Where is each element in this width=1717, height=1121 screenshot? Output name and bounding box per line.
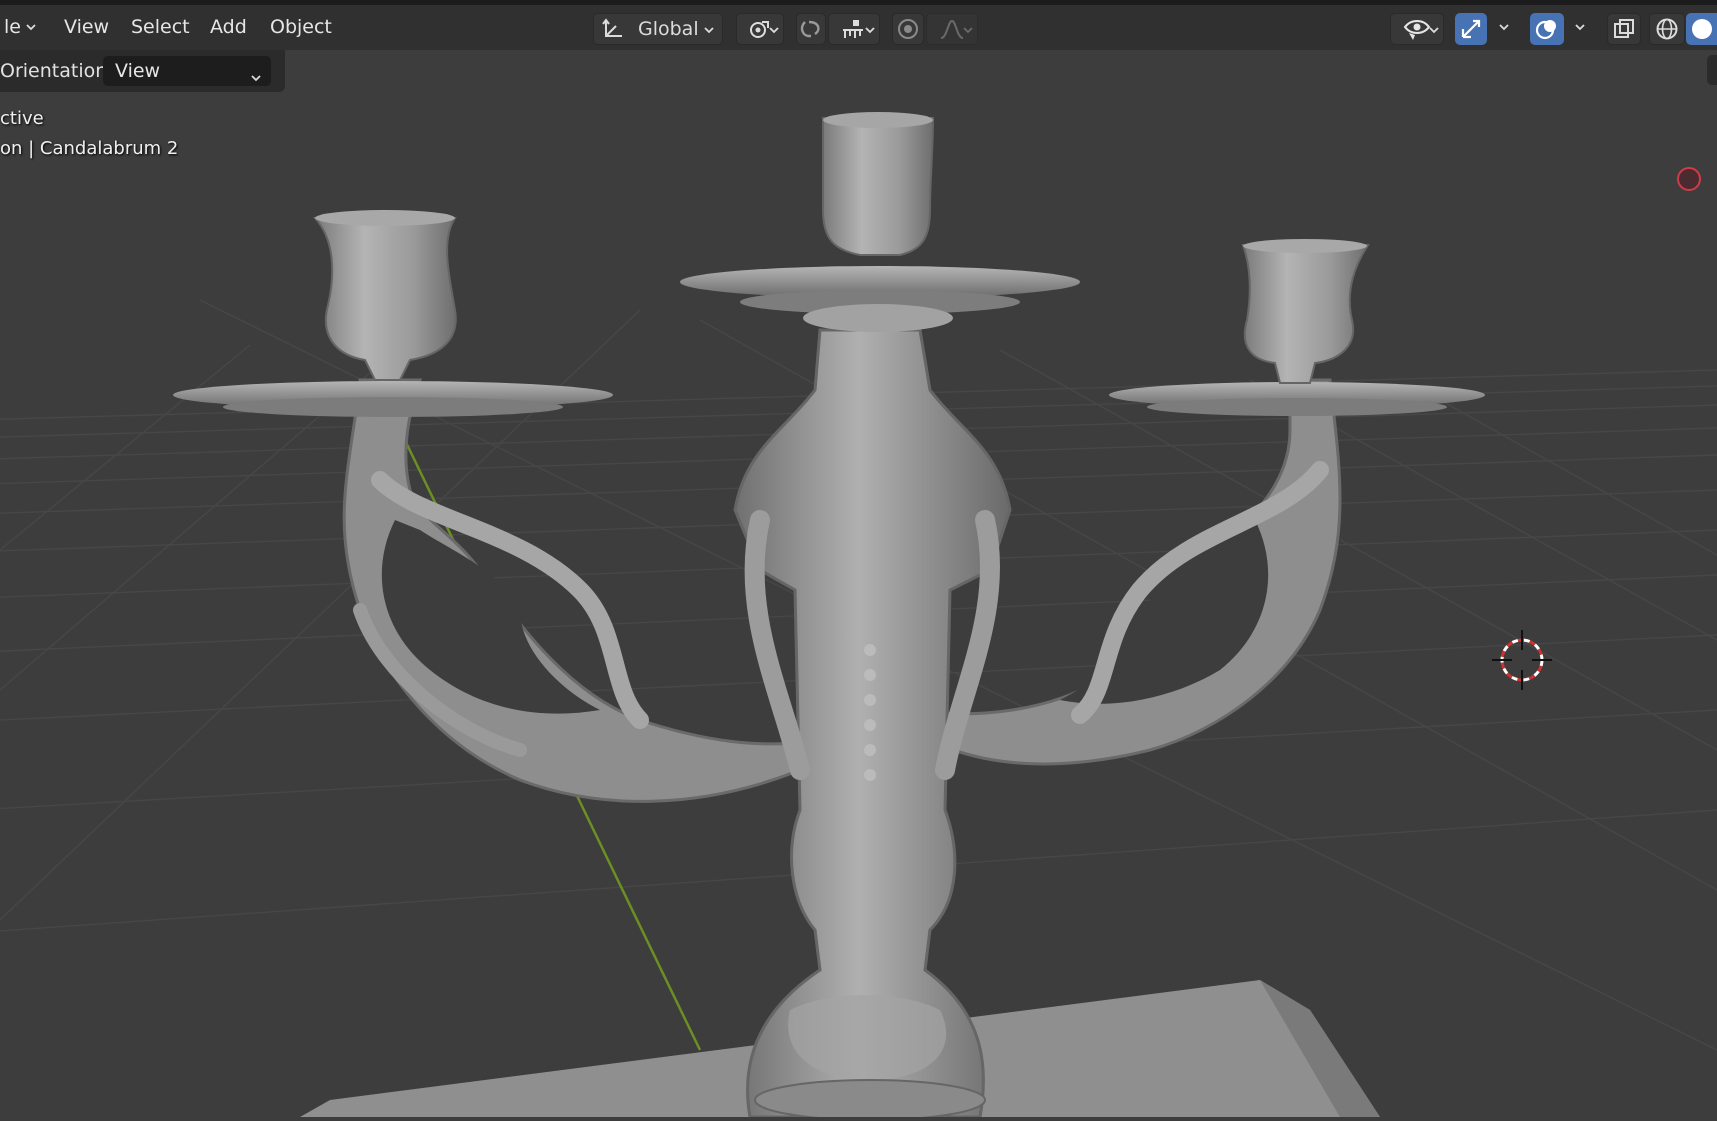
overlays-toggle[interactable] [1530,13,1564,45]
menu-view[interactable]: View [60,5,113,50]
tool-settings-bar: Orientation: View [0,50,285,92]
menu-add[interactable]: Add [206,5,251,50]
sidebar-toggle-tab[interactable] [1707,55,1717,85]
proportional-editing-icon [898,19,918,39]
record-button[interactable] [1677,167,1701,191]
3d-viewport[interactable]: ctive on | Candalabrum 2 [0,50,1717,1121]
solid-shading-button[interactable] [1686,13,1717,45]
selectability-visibility-dropdown[interactable] [1390,13,1444,45]
candelabrum-mesh[interactable] [173,112,1485,1121]
gizmo-dropdown-chevron-icon[interactable] [1497,19,1511,33]
transform-orientation-dropdown[interactable]: Global [593,13,723,45]
viewport-scene[interactable] [0,50,1717,1121]
menu-object[interactable]: Object [266,5,336,50]
snap-toggle[interactable] [796,13,826,45]
orientation-label: Orientation: [0,60,114,82]
chevron-down-icon [249,64,263,82]
chevron-down-icon [702,22,716,36]
snap-magnet-icon [800,20,820,38]
proportional-falloff-dropdown[interactable] [926,13,978,45]
snap-target-dropdown[interactable] [828,13,880,45]
editor-type-menu[interactable]: le [0,5,25,50]
gizmo-toggle[interactable] [1455,13,1487,45]
xray-toggle[interactable] [1607,13,1641,45]
left-candle-cup [312,217,457,381]
center-candle-cup [821,117,935,256]
transform-orientation-icon [602,18,622,37]
chevron-down-icon [863,22,877,36]
overlay-icon [1535,20,1556,40]
viewport-mode-text: ctive [0,108,44,129]
xray-toggle-icon [1614,19,1634,38]
gizmo-icon [1461,19,1481,39]
3d-cursor-icon [1492,630,1552,690]
menu-select[interactable]: Select [127,5,194,50]
solid-shading-icon [1691,19,1712,39]
chevron-down-icon [24,19,38,33]
viewport-object-text: on | Candalabrum 2 [0,138,179,159]
orientation-select[interactable]: View [103,56,271,86]
pivot-point-dropdown[interactable] [736,13,784,45]
right-candle-cup [1241,244,1370,384]
chevron-down-icon [961,22,975,36]
chevron-down-icon [767,22,781,36]
chevron-down-icon [1427,22,1441,36]
overlays-dropdown-chevron-icon[interactable] [1573,19,1587,33]
viewport-header: le View Select Add Object Global [0,0,1717,50]
proportional-editing-toggle[interactable] [892,13,924,45]
wireframe-shading-button[interactable] [1649,13,1685,45]
wireframe-shading-icon [1656,18,1678,40]
